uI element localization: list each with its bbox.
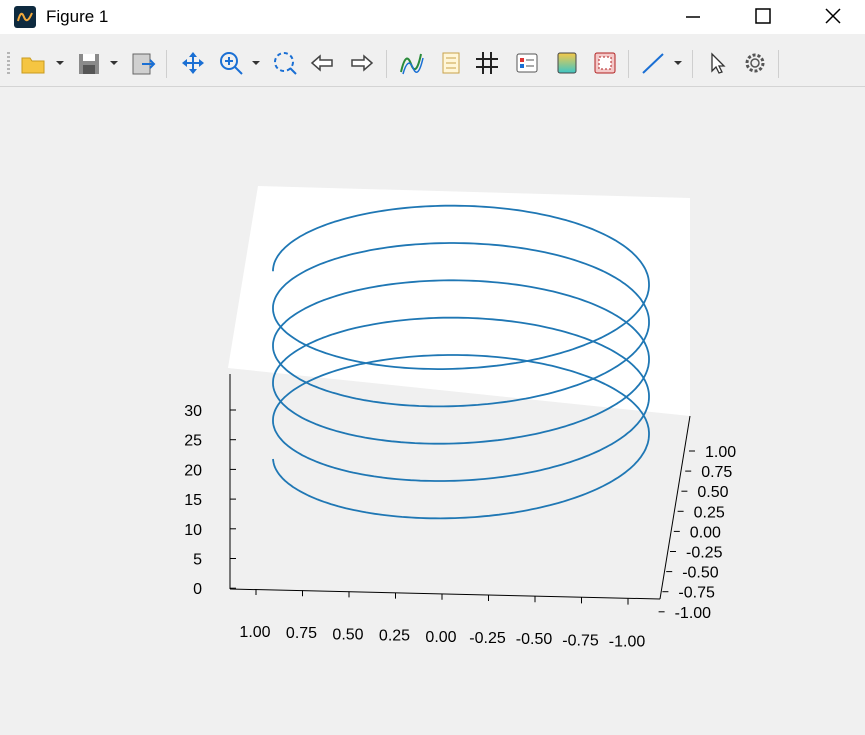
back-arrow-icon[interactable] (308, 48, 338, 78)
chevron-down-icon[interactable] (250, 48, 262, 78)
z-tick-label: 25 (184, 433, 202, 450)
x-tick-label: 1.00 (239, 624, 270, 641)
y-tick-label: -0.50 (682, 565, 719, 582)
z-tick-label: 15 (184, 492, 202, 509)
maximize-button[interactable] (740, 0, 786, 34)
x-axis-line (229, 588, 661, 600)
y-tick-label: 1.00 (705, 444, 736, 461)
x-tick-label: -0.75 (562, 632, 599, 649)
axes-pane (228, 186, 690, 416)
close-button[interactable] (810, 0, 856, 34)
open-folder-icon[interactable] (18, 48, 48, 78)
toolbar-separator (692, 50, 693, 78)
grid-icon[interactable] (472, 48, 502, 78)
pan-icon[interactable] (178, 48, 208, 78)
zoom-icon[interactable] (216, 48, 246, 78)
curve-icon[interactable] (396, 48, 426, 78)
x-tick-label: -0.50 (516, 631, 553, 648)
x-tick-label: 0.75 (286, 625, 317, 642)
toolbar-grip[interactable] (7, 52, 10, 76)
toolbar-separator (386, 50, 387, 78)
legend-icon[interactable] (436, 48, 466, 78)
y-tick-label: -0.75 (678, 585, 715, 602)
window-title: Figure 1 (46, 7, 109, 26)
toolbar-separator (778, 50, 779, 78)
toolbar (0, 42, 865, 87)
line-style-icon[interactable] (638, 48, 668, 78)
y-tick-label: 0.25 (694, 504, 725, 521)
gear-icon[interactable] (740, 48, 770, 78)
y-tick-label: 0.00 (690, 524, 721, 541)
chevron-down-icon[interactable] (108, 48, 120, 78)
app-icon (14, 6, 36, 28)
save-icon[interactable] (74, 48, 104, 78)
chevron-down-icon[interactable] (672, 48, 684, 78)
x-tick-label: 0.50 (332, 626, 363, 643)
y-tick-label: -0.25 (686, 545, 723, 562)
cursor-icon[interactable] (702, 48, 732, 78)
export-icon[interactable] (128, 48, 158, 78)
x-tick-label: 0.25 (379, 628, 410, 645)
z-tick-label: 0 (193, 581, 202, 598)
x-tick-label: -0.25 (469, 630, 506, 647)
z-tick-label: 5 (193, 552, 202, 569)
y-tick-label: 0.50 (697, 484, 728, 501)
x-tick-label: 0.00 (425, 629, 456, 646)
axes-editor-icon[interactable] (512, 48, 542, 78)
x-tick-label: -1.00 (609, 634, 646, 651)
colormap-icon[interactable] (552, 48, 582, 78)
layout-icon[interactable] (590, 48, 620, 78)
z-tick-label: 10 (184, 522, 202, 539)
y-tick-label: 0.75 (701, 464, 732, 481)
minimize-button[interactable] (670, 0, 716, 34)
toolbar-separator (628, 50, 629, 78)
forward-arrow-icon[interactable] (346, 48, 376, 78)
toolbar-separator (166, 50, 167, 78)
plot-canvas[interactable]: 30 25 20 15 10 5 0 1.00 0.75 0.50 0.25 0.00 -0.25 -0… (0, 86, 865, 735)
zoom-fit-icon[interactable] (270, 48, 300, 78)
z-tick-label: 30 (184, 403, 202, 420)
z-tick-label: 20 (184, 462, 202, 479)
y-tick-label: -1.00 (675, 605, 712, 622)
chevron-down-icon[interactable] (54, 48, 66, 78)
title-bar: Figure 1 (0, 0, 865, 34)
